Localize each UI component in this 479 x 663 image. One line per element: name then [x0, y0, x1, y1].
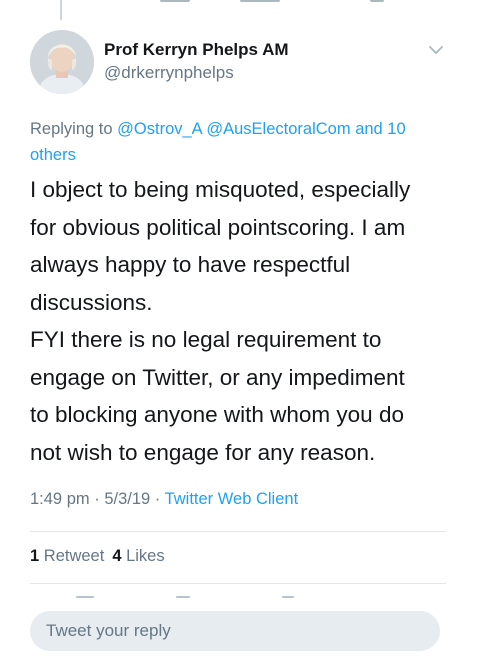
- tweet-text-line: to blocking anyone with whom you do: [30, 402, 404, 427]
- previous-tweet-actions-cropped: [120, 0, 420, 6]
- tweet-text-line: I object to being misquoted, especially: [30, 177, 411, 202]
- author-name[interactable]: Prof Kerryn Phelps AM: [104, 40, 289, 60]
- reply-action-cropped[interactable]: [76, 596, 94, 598]
- thread-connector-line: [60, 0, 62, 20]
- tweet-reply-input[interactable]: Tweet your reply: [30, 611, 440, 651]
- replying-to-prefix: Replying to: [30, 120, 113, 138]
- likes-stat[interactable]: 4 Likes: [112, 547, 164, 565]
- like-action-cropped[interactable]: [282, 596, 294, 598]
- tweet-text-line: engage on Twitter, or any impediment: [30, 364, 405, 390]
- divider: [30, 583, 446, 584]
- tweet-text-line: not wish to engage for any reason.: [30, 439, 376, 465]
- mention-link[interactable]: @AusElectoralCom: [206, 120, 350, 138]
- meta-separator: ·: [94, 490, 100, 508]
- avatar-photo: [30, 30, 94, 94]
- replying-to: Replying to @Ostrov_A @AusElectoralCom a…: [30, 116, 450, 168]
- meta-separator: ·: [154, 490, 161, 508]
- tweet-text-line: always happy to have respectful: [30, 252, 351, 277]
- tweet-text-line: discussions.: [30, 289, 153, 315]
- like-count: 4: [112, 547, 122, 565]
- tweet-time[interactable]: 1:49 pm: [30, 490, 90, 508]
- tweet-date[interactable]: 5/3/19: [104, 490, 150, 508]
- divider: [30, 531, 446, 532]
- chevron-down-icon[interactable]: [426, 40, 446, 60]
- like-label: Likes: [126, 547, 165, 565]
- avatar[interactable]: [30, 30, 94, 94]
- tweet-text-line: FYI there is no legal requirement to: [30, 327, 382, 352]
- tweet-text-line: for obvious political pointscoring. I am: [30, 214, 406, 240]
- tweet-text: I object to being misquoted, especially …: [30, 171, 460, 471]
- retweets-stat[interactable]: 1 Retweet: [30, 547, 104, 565]
- author-handle[interactable]: @drkerrynphelps: [104, 63, 234, 83]
- retweet-count: 1: [30, 547, 40, 565]
- retweet-action-cropped[interactable]: [176, 596, 190, 598]
- reply-placeholder: Tweet your reply: [46, 621, 171, 640]
- tweet-client-link[interactable]: Twitter Web Client: [165, 490, 299, 508]
- tweet-stats: 1 Retweet 4 Likes: [30, 547, 165, 566]
- tweet-metadata: 1:49 pm · 5/3/19 · Twitter Web Client: [30, 490, 298, 509]
- retweet-label: Retweet: [43, 547, 105, 565]
- mention-link[interactable]: @Ostrov_A: [117, 120, 202, 138]
